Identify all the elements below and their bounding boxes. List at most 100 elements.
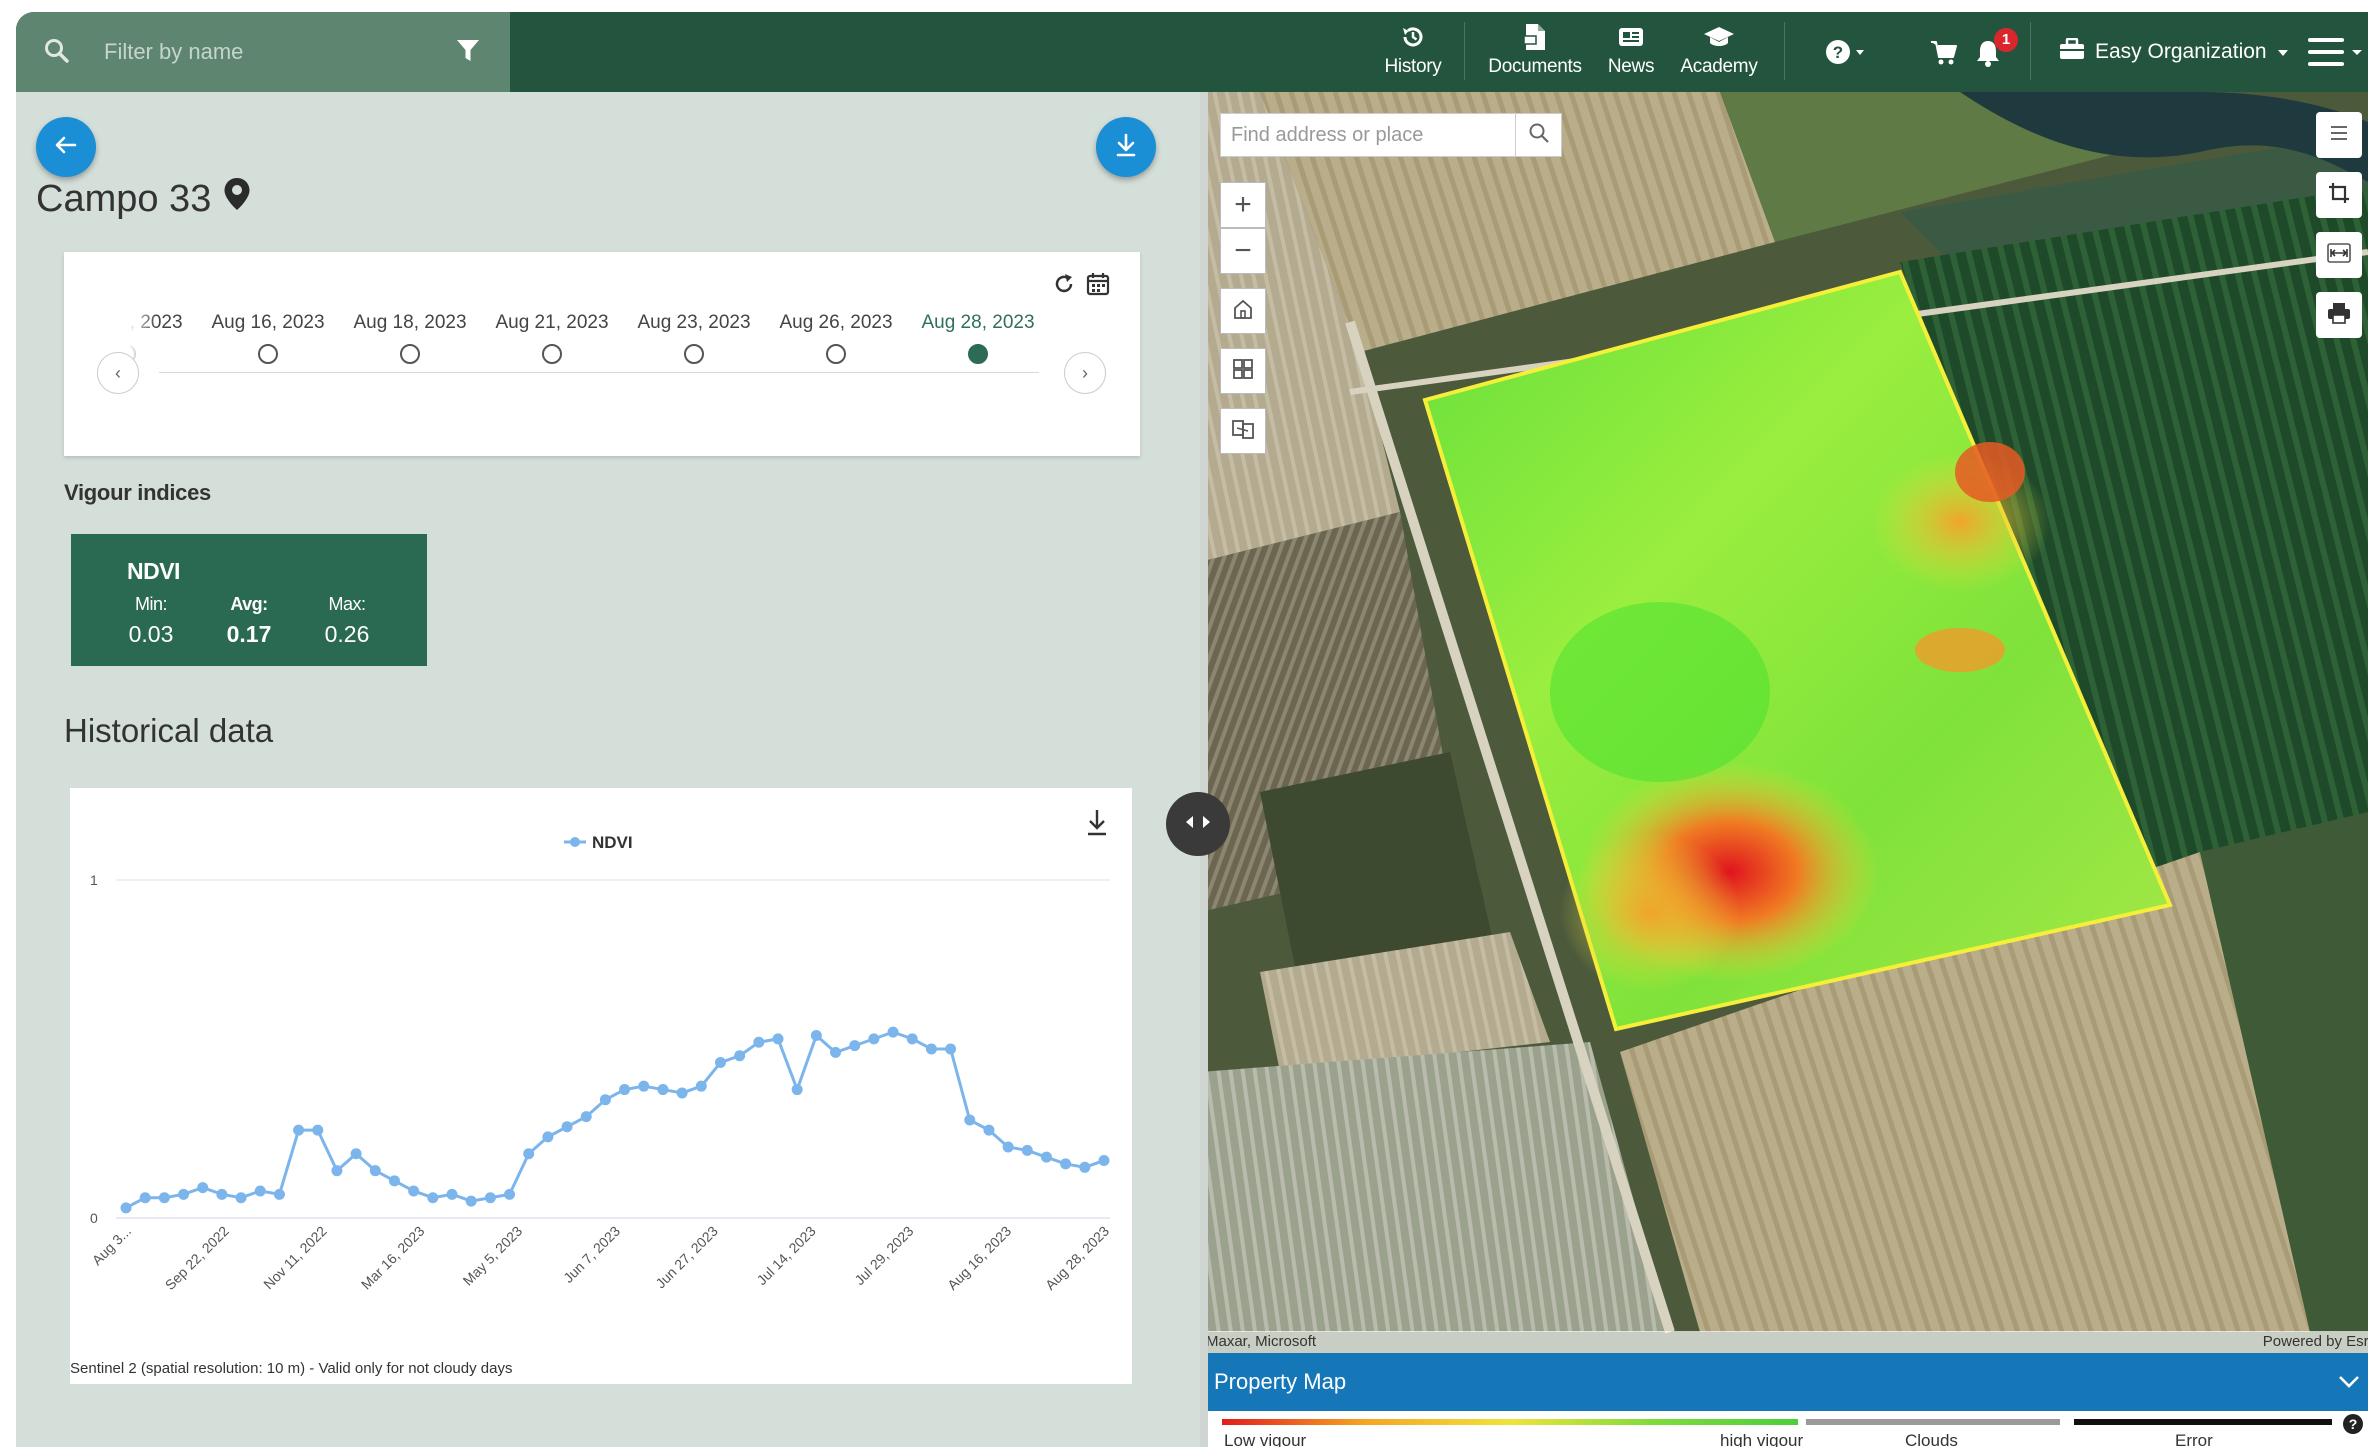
history-icon	[1368, 22, 1458, 52]
chevron-down-icon[interactable]	[2338, 1375, 2360, 1394]
legend-low-label: Low vigour	[1224, 1431, 1307, 1447]
home-extent-button[interactable]	[1220, 288, 1266, 334]
calendar-icon[interactable]	[1086, 272, 1110, 301]
ndvi-data-point	[791, 1084, 803, 1096]
ndvi-data-point	[638, 1080, 650, 1092]
back-button[interactable]	[36, 117, 96, 177]
search-icon	[44, 38, 70, 69]
download-report-button[interactable]	[1096, 117, 1156, 177]
nav-divider	[1784, 22, 1785, 80]
date-radio[interactable]	[258, 344, 278, 364]
stat-avg-value: 0.17	[226, 621, 272, 647]
minus-icon: −	[1234, 234, 1252, 267]
ndvi-data-point	[408, 1185, 420, 1197]
x-tick-label: May 5, 2023	[460, 1223, 526, 1289]
measure-icon	[2327, 242, 2351, 268]
compare-icon	[1231, 414, 1255, 448]
date-selector-card: Aug 13, 2023 Aug 16, 2023 Aug 18, 2023 A…	[64, 252, 1140, 456]
legend-label: NDVI	[592, 833, 633, 852]
filter-input[interactable]	[104, 34, 434, 70]
split-handle[interactable]	[1166, 792, 1230, 856]
measure-button[interactable]	[2316, 232, 2362, 278]
date-radio[interactable]	[684, 344, 704, 364]
zoom-in-button[interactable]: +	[1220, 182, 1266, 228]
attribution-powered-by[interactable]: Powered by Esri	[2263, 1333, 2368, 1350]
refresh-icon[interactable]	[1052, 272, 1076, 301]
ndvi-data-point	[1002, 1141, 1014, 1153]
date-label: Aug 16, 2023	[211, 312, 325, 333]
dates-next-button[interactable]: ›	[1064, 352, 1106, 394]
ndvi-data-point	[254, 1185, 266, 1197]
x-tick-label: Jun 27, 2023	[652, 1223, 721, 1292]
field-detail-panel: Campo 33 Aug 13, 2023 Aug 16, 2023 Aug 1…	[16, 92, 1200, 1447]
dates-prev-button[interactable]: ‹	[97, 352, 139, 394]
map-search-box	[1220, 113, 1562, 157]
stat-min-value: 0.03	[128, 621, 174, 647]
x-tick-label: Jul 14, 2023	[753, 1223, 818, 1288]
date-option[interactable]: Aug 23, 2023	[614, 312, 774, 364]
nav-academy-label: Academy	[1680, 56, 1758, 77]
date-option-selected[interactable]: Aug 28, 2023	[898, 312, 1058, 364]
stat-max-label: Max:	[328, 594, 366, 614]
ndvi-data-point	[925, 1043, 937, 1055]
top-bar: History Documents News Academy ?	[16, 12, 2368, 92]
basemap-gallery-button[interactable]	[1220, 348, 1266, 394]
ndvi-data-point	[887, 1026, 899, 1038]
property-map-panel-header[interactable]: Property Map	[1200, 1353, 2368, 1411]
date-option[interactable]: Aug 18, 2023	[330, 312, 490, 364]
date-option[interactable]: Aug 21, 2023	[472, 312, 632, 364]
cart-icon[interactable]	[1930, 40, 1958, 71]
date-option[interactable]: Aug 16, 2023	[188, 312, 348, 364]
date-radio[interactable]	[542, 344, 562, 364]
satellite-image	[1200, 92, 2368, 1447]
nav-documents-button[interactable]: Documents	[1484, 22, 1586, 86]
ndvi-data-point	[1060, 1158, 1072, 1170]
x-tick-label: Jun 7, 2023	[560, 1223, 623, 1286]
help-dropdown-button[interactable]: ?	[1826, 38, 1868, 71]
crop-button[interactable]	[2316, 172, 2362, 218]
print-button[interactable]	[2316, 292, 2362, 338]
ndvi-data-point	[772, 1033, 784, 1045]
ndvi-index-card[interactable]: NDVI Min: 0.03 Avg: 0.17 Max: 0.26	[71, 534, 427, 666]
nav-history-button[interactable]: History	[1368, 22, 1458, 86]
date-radio[interactable]	[400, 344, 420, 364]
ndvi-data-point	[197, 1182, 209, 1194]
chart-footnote: Sentinel 2 (spatial resolution: 10 m) - …	[70, 1360, 513, 1377]
compare-layers-button[interactable]	[1220, 408, 1266, 454]
ndvi-line-chart: 0 1 NDVI Aug 3... Sep 22, 2022 Nov 11, 2022 Ma…	[89, 810, 1112, 1293]
ndvi-data-point	[427, 1192, 439, 1204]
help-icon[interactable]: ?	[2342, 1413, 2364, 1440]
page-title: Campo 33	[36, 177, 251, 221]
app-window: History Documents News Academy ?	[16, 12, 2368, 1447]
layer-list-button[interactable]	[2316, 112, 2362, 158]
ndvi-data-point	[619, 1084, 631, 1096]
stat-min-label: Min:	[134, 594, 168, 614]
ndvi-data-point	[1079, 1161, 1091, 1173]
date-radio-selected[interactable]	[968, 344, 988, 364]
briefcase-icon	[2059, 37, 2085, 66]
x-tick-label: Sep 22, 2022	[162, 1223, 232, 1293]
map-search-button[interactable]	[1515, 114, 1561, 156]
hamburger-menu-icon[interactable]	[2306, 34, 2368, 75]
download-icon	[1115, 133, 1137, 162]
date-option[interactable]: Aug 26, 2023	[756, 312, 916, 364]
panel-divider[interactable]	[1200, 92, 1208, 1447]
ndvi-data-point	[178, 1188, 190, 1200]
x-tick-label: Aug 16, 2023	[944, 1223, 1014, 1293]
zoom-out-button[interactable]: −	[1220, 228, 1266, 274]
chart-download-icon	[1088, 810, 1106, 836]
plus-icon: +	[1234, 188, 1252, 221]
ndvi-data-point	[676, 1087, 688, 1099]
map-search-input[interactable]	[1221, 114, 1515, 156]
nav-news-button[interactable]: News	[1596, 22, 1666, 86]
caret-right-icon	[1202, 815, 1212, 834]
legend-clouds-label: Clouds	[1905, 1431, 1958, 1447]
map-view[interactable]: + − Maxar, Microsoft Powered by Esri Pro…	[1200, 92, 2368, 1447]
nav-academy-button[interactable]: Academy	[1674, 22, 1764, 86]
filter-funnel-icon[interactable]	[456, 38, 480, 69]
nav-documents-label: Documents	[1488, 56, 1582, 77]
date-radio[interactable]	[826, 344, 846, 364]
organization-dropdown[interactable]: Easy Organization	[2059, 37, 2289, 66]
location-pin-icon[interactable]	[223, 177, 251, 221]
ndvi-data-point	[830, 1046, 842, 1058]
